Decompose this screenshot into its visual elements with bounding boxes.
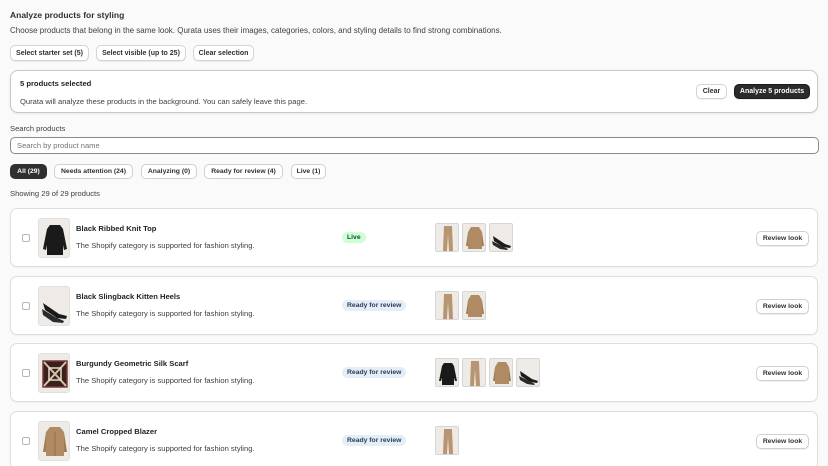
status-badge: Ready for review [342,435,407,446]
product-checkbox[interactable] [22,437,30,445]
banner-title: 5 products selected [20,79,92,88]
product-checkbox[interactable] [22,369,30,377]
banner-text: Qurata will analyze these products in th… [20,97,308,106]
product-thumbnail [38,286,70,326]
page-description: Choose products that belong in the same … [10,26,502,35]
review-look-button[interactable]: Review look [756,299,809,314]
look-item-pants [462,358,486,387]
banner-clear-button[interactable]: Clear [696,84,727,99]
tab-needs-attention[interactable]: Needs attention (24) [54,164,133,179]
product-checkbox[interactable] [22,302,30,310]
page: Analyze products for styling Choose prod… [0,0,828,466]
look-item-top [435,358,459,387]
look-item-blazer [462,291,486,320]
status-badge: Ready for review [342,367,407,378]
review-look-button[interactable]: Review look [756,434,809,449]
tab-all[interactable]: All (29) [10,164,47,179]
search-input[interactable] [10,137,819,154]
tab-live[interactable]: Live (1) [291,164,326,179]
look-item-blazer [489,358,513,387]
product-thumbnail [38,353,70,393]
select-starter-set-button[interactable]: Select starter set (5) [10,45,89,61]
product-name: Camel Cropped Blazer [76,427,158,436]
tab-ready-for-review[interactable]: Ready for review (4) [204,164,283,179]
product-checkbox[interactable] [22,234,30,242]
product-card: Burgundy Geometric Silk Scarf The Shopif… [10,343,818,402]
product-name: Burgundy Geometric Silk Scarf [76,359,189,368]
product-card: Camel Cropped Blazer The Shopify categor… [10,411,818,466]
analyze-products-button[interactable]: Analyze 5 products [734,84,810,99]
look-item-pants [435,426,459,455]
product-note: The Shopify category is supported for fa… [76,309,255,318]
status-badge: Ready for review [342,300,407,311]
look-item-pants [435,223,459,252]
selection-banner: 5 products selected Qurata will analyze … [10,70,818,113]
look-item-blazer [462,223,486,252]
product-note: The Shopify category is supported for fa… [76,376,255,385]
product-note: The Shopify category is supported for fa… [76,444,255,453]
page-title: Analyze products for styling [10,10,125,20]
product-card: Black Ribbed Knit Top The Shopify catego… [10,208,818,267]
product-thumbnail [38,218,70,258]
tab-analyzing[interactable]: Analyzing (0) [141,164,197,179]
clear-selection-button[interactable]: Clear selection [193,45,254,61]
look-item-heels [489,223,513,252]
look-item-heels [516,358,540,387]
search-label: Search products [10,124,66,133]
product-note: The Shopify category is supported for fa… [76,241,255,250]
select-visible-button[interactable]: Select visible (up to 25) [96,45,186,61]
review-look-button[interactable]: Review look [756,366,809,381]
look-item-pants [435,291,459,320]
product-thumbnail [38,421,70,461]
product-name: Black Slingback Kitten Heels [76,292,181,301]
status-badge: Live [342,232,366,243]
results-count: Showing 29 of 29 products [10,189,100,198]
product-name: Black Ribbed Knit Top [76,224,157,233]
product-card: Black Slingback Kitten Heels The Shopify… [10,276,818,335]
review-look-button[interactable]: Review look [756,231,809,246]
